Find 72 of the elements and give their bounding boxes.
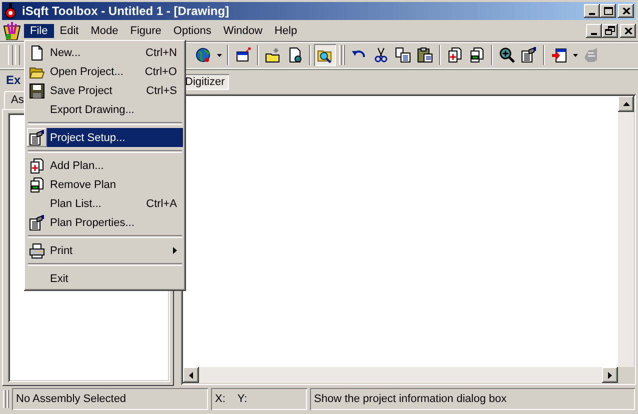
- remove-page-icon: [29, 176, 45, 192]
- panel-title: Ex: [6, 73, 21, 87]
- menu-item[interactable]: Mode: [84, 24, 124, 38]
- arrow-window-icon: [551, 47, 567, 63]
- x-coordinate-label: X:: [215, 393, 226, 405]
- up-arrow-icon: [622, 102, 630, 106]
- menu-item[interactable]: Help: [268, 24, 304, 38]
- shortcut-label: Ctrl+O: [144, 66, 177, 78]
- window-title: iSqft Toolbox - Untitled 1 - [Drawing]: [22, 4, 230, 18]
- menu-item[interactable]: Print: [47, 241, 183, 260]
- shortcut-label: Ctrl+N: [146, 46, 177, 58]
- vertical-scrollbar[interactable]: [618, 96, 634, 367]
- scroll-left-button[interactable]: [183, 367, 199, 383]
- disabled-tool-icon: [583, 47, 599, 63]
- minimize-button[interactable]: [586, 24, 602, 38]
- menu-item[interactable]: Save Project Ctrl+S: [47, 81, 183, 100]
- window-icon: [235, 47, 251, 63]
- shortcut-label: Ctrl+A: [146, 198, 177, 210]
- menu-item[interactable]: Window: [217, 24, 268, 38]
- restore-button[interactable]: [602, 24, 618, 38]
- menu-item[interactable]: Add Plan...: [47, 156, 183, 175]
- add-page-icon: [447, 47, 463, 63]
- printer-icon: [29, 242, 45, 258]
- zoom-icon: [499, 47, 515, 63]
- copy-icon: [395, 47, 411, 63]
- scroll-up-button[interactable]: [618, 96, 634, 112]
- menu-item[interactable]: Edit: [54, 24, 85, 38]
- paste-icon: [417, 47, 433, 63]
- maximize-button[interactable]: [600, 4, 616, 18]
- menu-item[interactable]: File: [24, 24, 54, 38]
- floppy-icon: [29, 82, 45, 98]
- globe-icon: [195, 47, 211, 63]
- menu-item[interactable]: Options: [167, 24, 218, 38]
- right-arrow-icon: [608, 372, 612, 378]
- menu-item[interactable]: Export Drawing...: [47, 100, 183, 119]
- menu-item[interactable]: Plan List... Ctrl+A: [47, 194, 183, 213]
- properties-icon: [29, 214, 45, 230]
- close-button[interactable]: [618, 4, 634, 18]
- toolbar-button[interactable]: [314, 44, 336, 66]
- properties-icon: [29, 130, 45, 146]
- properties-icon: [521, 47, 537, 63]
- menu-item[interactable]: Exit: [47, 269, 183, 288]
- menu-item[interactable]: Open Project... Ctrl+O: [47, 62, 183, 81]
- menu-item[interactable]: Remove Plan: [47, 175, 183, 194]
- menu-item[interactable]: Figure: [124, 24, 168, 38]
- scroll-right-button[interactable]: [602, 367, 618, 383]
- caret-icon: [572, 54, 578, 56]
- y-coordinate-label: Y:: [237, 393, 248, 405]
- menu-item[interactable]: Plan Properties...: [47, 213, 183, 232]
- horizontal-scrollbar[interactable]: [183, 367, 618, 383]
- caret-icon: [216, 54, 222, 56]
- menu-item[interactable]: New... Ctrl+N: [47, 43, 183, 62]
- document-icon: [287, 47, 303, 63]
- scissors-icon: [373, 47, 389, 63]
- status-message: Show the project information dialog box: [314, 393, 507, 405]
- menu-item[interactable]: Project Setup...: [47, 128, 183, 147]
- remove-page-icon: [469, 47, 485, 63]
- page-icon: [29, 44, 45, 60]
- app-icon: [2, 22, 22, 40]
- status-text: No Assembly Selected: [16, 393, 126, 405]
- shortcut-label: Ctrl+S: [146, 84, 177, 96]
- restore-icon: [603, 24, 617, 36]
- minimize-icon: [591, 32, 597, 34]
- minimize-icon: [589, 13, 595, 15]
- folder-icon: [265, 47, 281, 63]
- submenu-arrow-icon: [173, 247, 177, 254]
- add-page-icon: [29, 158, 45, 174]
- close-button[interactable]: [620, 24, 636, 38]
- minimize-button[interactable]: [584, 4, 600, 18]
- app-icon: [4, 3, 18, 19]
- maximize-icon: [601, 5, 615, 17]
- left-arrow-icon: [189, 372, 193, 378]
